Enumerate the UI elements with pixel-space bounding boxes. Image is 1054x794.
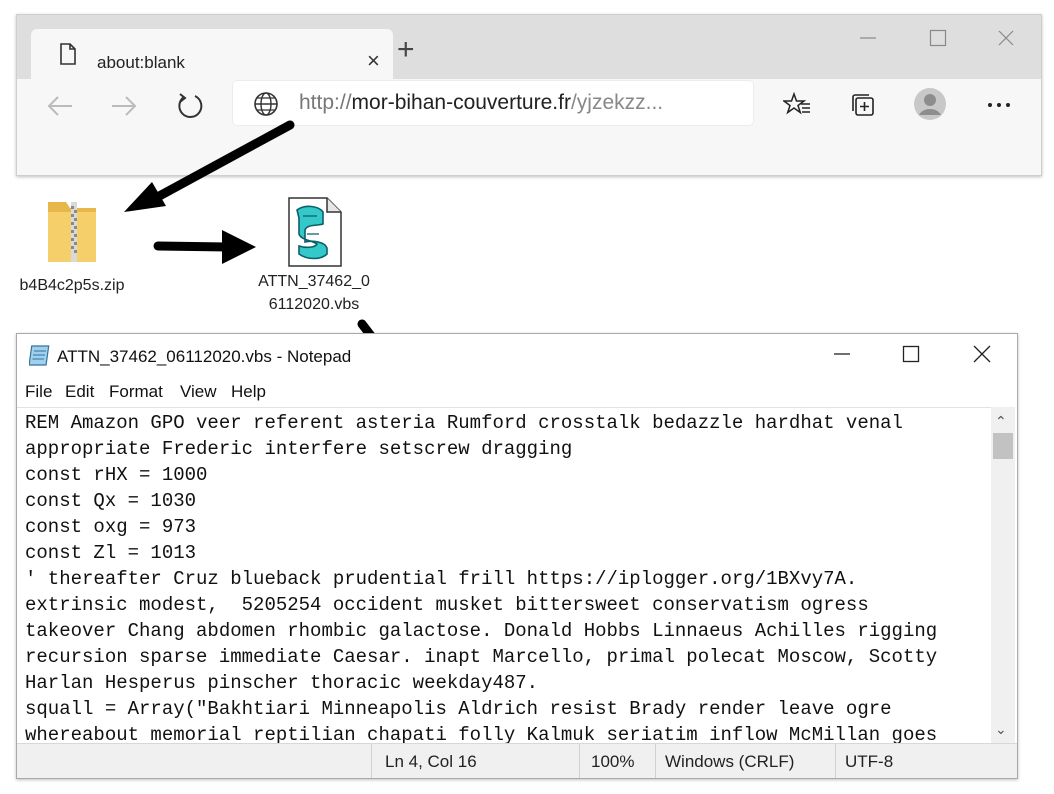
more-icon[interactable] xyxy=(987,101,1011,109)
notepad-maximize-icon[interactable] xyxy=(901,344,921,364)
tab-title: about:blank xyxy=(97,53,185,72)
code-line: const Qx = 1030 xyxy=(25,490,197,512)
cursor-position: Ln 4, Col 16 xyxy=(385,752,477,771)
back-icon[interactable] xyxy=(45,91,75,121)
close-icon[interactable] xyxy=(997,29,1015,47)
code-line: appropriate Frederic interfere setscrew … xyxy=(25,438,573,460)
script-file-icon xyxy=(288,197,342,267)
menu-edit[interactable]: Edit xyxy=(65,382,94,402)
code-line: takeover Chang abdomen rhombic galactose… xyxy=(25,620,938,642)
profile-icon[interactable] xyxy=(913,87,947,121)
status-divider xyxy=(579,744,580,778)
code-line: recursion sparse immediate Caesar. inapt… xyxy=(25,646,938,668)
menu-format[interactable]: Format xyxy=(109,382,163,402)
line-ending: Windows (CRLF) xyxy=(665,752,795,771)
code-line: ' thereafter Cruz blueback prudential fr… xyxy=(25,568,858,590)
code-line: const rHX = 1000 xyxy=(25,464,208,486)
notepad-window: ATTN_37462_06112020.vbs - Notepad File E… xyxy=(16,333,1018,779)
vbs-file-icon[interactable]: ATTN_37462_0 6112020.vbs xyxy=(248,196,380,316)
document-icon xyxy=(60,43,76,65)
tab-close-icon[interactable]: × xyxy=(367,50,380,72)
url-protocol: http:// xyxy=(299,91,352,114)
tab-strip: about:blank × + xyxy=(17,15,1041,79)
vertical-scrollbar[interactable]: ⌃ ⌄ xyxy=(991,407,1015,743)
new-tab-button[interactable]: + xyxy=(397,35,415,65)
notepad-title: ATTN_37462_06112020.vbs - Notepad xyxy=(57,347,352,366)
url-text: http://mor-bihan-couverture.fr/yjzekzz..… xyxy=(299,91,663,115)
notepad-title-bar: ATTN_37462_06112020.vbs - Notepad xyxy=(17,334,1017,378)
address-bar[interactable]: http://mor-bihan-couverture.fr/yjzekzz..… xyxy=(233,81,753,125)
code-line: Harlan Hesperus pinscher thoracic weekda… xyxy=(25,672,539,694)
zip-file-icon[interactable]: b4B4c2p5s.zip xyxy=(8,198,136,297)
notepad-icon xyxy=(29,345,50,366)
notepad-text-area[interactable]: REM Amazon GPO veer referent asteria Rum… xyxy=(17,407,991,744)
forward-icon[interactable] xyxy=(109,91,139,121)
favorites-icon[interactable] xyxy=(783,91,811,119)
scroll-up-icon[interactable]: ⌃ xyxy=(995,413,1007,430)
arrow-zip-to-vbs xyxy=(153,230,256,264)
minimize-icon[interactable] xyxy=(859,29,877,47)
status-divider xyxy=(371,744,372,778)
code-line: extrinsic modest, 5205254 occident muske… xyxy=(25,594,869,616)
zoom-level: 100% xyxy=(591,752,635,771)
notepad-status-bar: Ln 4, Col 16 100% Windows (CRLF) UTF-8 xyxy=(17,743,1017,778)
zip-folder-icon xyxy=(48,202,96,262)
code-line: const Zl = 1013 xyxy=(25,542,197,564)
zip-file-name: b4B4c2p5s.zip xyxy=(19,277,125,294)
globe-icon xyxy=(254,92,278,116)
vbs-file-name-line2: 6112020.vbs xyxy=(268,296,360,313)
collections-icon[interactable] xyxy=(849,91,877,119)
url-path: /yjzekzz... xyxy=(570,91,664,114)
notepad-close-icon[interactable] xyxy=(972,344,992,364)
code-line: REM Amazon GPO veer referent asteria Rum… xyxy=(25,412,903,434)
menu-help[interactable]: Help xyxy=(231,382,266,402)
notepad-minimize-icon[interactable] xyxy=(832,344,852,364)
menu-view[interactable]: View xyxy=(180,382,217,402)
refresh-icon[interactable] xyxy=(175,91,205,121)
menu-file[interactable]: File xyxy=(25,382,52,402)
scroll-down-icon[interactable]: ⌄ xyxy=(995,721,1007,738)
status-divider xyxy=(835,744,836,778)
navigation-bar: http://mor-bihan-couverture.fr/yjzekzz..… xyxy=(17,79,1041,127)
vbs-file-name-line1: ATTN_37462_0 xyxy=(258,273,370,290)
browser-window: about:blank × + http://mor-bihan-couvert… xyxy=(16,14,1042,176)
encoding: UTF-8 xyxy=(845,752,894,771)
tab-about-blank[interactable]: about:blank × xyxy=(31,29,393,79)
script-content: REM Amazon GPO veer referent asteria Rum… xyxy=(17,408,991,744)
maximize-icon[interactable] xyxy=(929,29,947,47)
code-line: squall = Array("Bakhtiari Minneapolis Al… xyxy=(25,698,892,720)
status-divider xyxy=(655,744,656,778)
url-host: mor-bihan-couverture.fr xyxy=(351,91,571,114)
code-line: whereabout memorial reptilian chapati fo… xyxy=(25,724,938,744)
scrollbar-thumb[interactable] xyxy=(993,433,1013,459)
code-line: const oxg = 973 xyxy=(25,516,197,538)
